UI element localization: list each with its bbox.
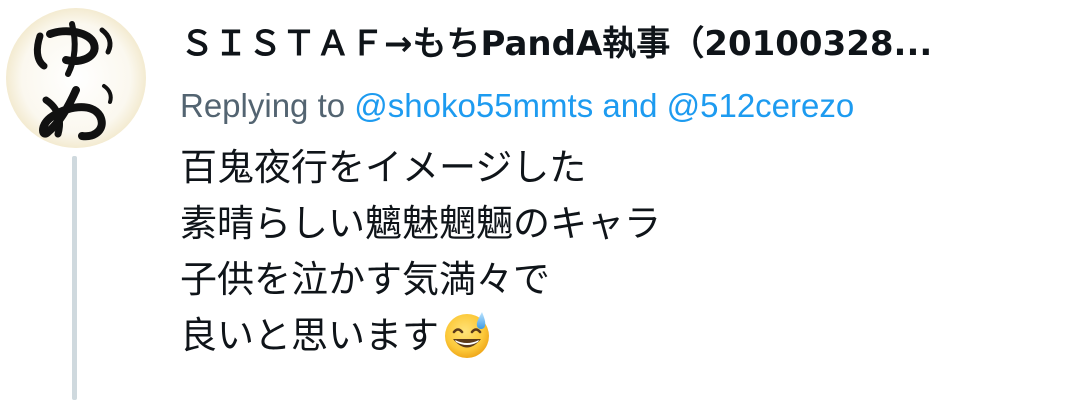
calligraphy-avatar-icon	[33, 21, 113, 141]
replying-to-label: Replying to	[180, 87, 346, 124]
tweet-text-line: 良いと思います	[180, 314, 439, 357]
tweet[interactable]: ＳＩＳＴＡＦ→もちPandA執事（20100328... Replying to…	[0, 0, 1080, 400]
mention-link-shoko55mmts[interactable]: @shoko55mmts	[354, 87, 593, 124]
thread-line	[72, 156, 77, 400]
mention-conjunction[interactable]: and	[602, 87, 657, 124]
grinning-face-with-sweat-icon	[441, 308, 493, 360]
display-name[interactable]: ＳＩＳＴＡＦ→もちPandA執事（20100328...	[180, 24, 932, 64]
replying-to-line: Replying to @shoko55mmts and @512cerezo	[180, 82, 1070, 130]
tweet-text-line: 百鬼夜行をイメージした	[180, 146, 587, 189]
tweet-text: 百鬼夜行をイメージした 素晴らしい魑魅魍魎のキャラ 子供を泣かす気満々で 良いと…	[180, 140, 1060, 364]
mention-link-512cerezo[interactable]: @512cerezo	[667, 87, 855, 124]
author-row: ＳＩＳＴＡＦ→もちPandA執事（20100328...	[180, 16, 1070, 72]
tweet-text-line-last: 良いと思います	[180, 308, 1060, 364]
avatar[interactable]	[6, 8, 146, 148]
tweet-text-line: 素晴らしい魑魅魍魎のキャラ	[180, 202, 661, 245]
tweet-text-line: 子供を泣かす気満々で	[180, 258, 550, 301]
